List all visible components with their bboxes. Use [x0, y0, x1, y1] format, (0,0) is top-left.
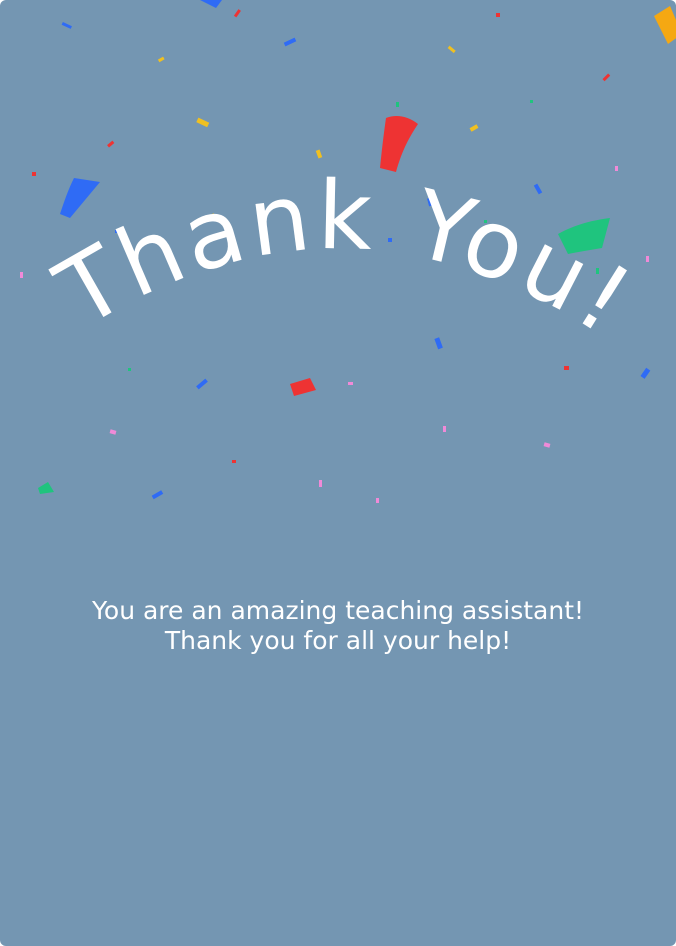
message-line-1: You are an amazing teaching assistant! — [91, 596, 585, 625]
headline-arc: Thank You! — [39, 162, 652, 358]
headline: Thank You! — [39, 162, 652, 358]
headline-text: Thank You! — [39, 162, 648, 358]
message-line-2: Thank you for all your help! — [164, 626, 512, 655]
thank-you-card: Thank You! You are an amazing teaching a… — [0, 0, 676, 946]
message: You are an amazing teaching assistant! T… — [0, 596, 676, 656]
